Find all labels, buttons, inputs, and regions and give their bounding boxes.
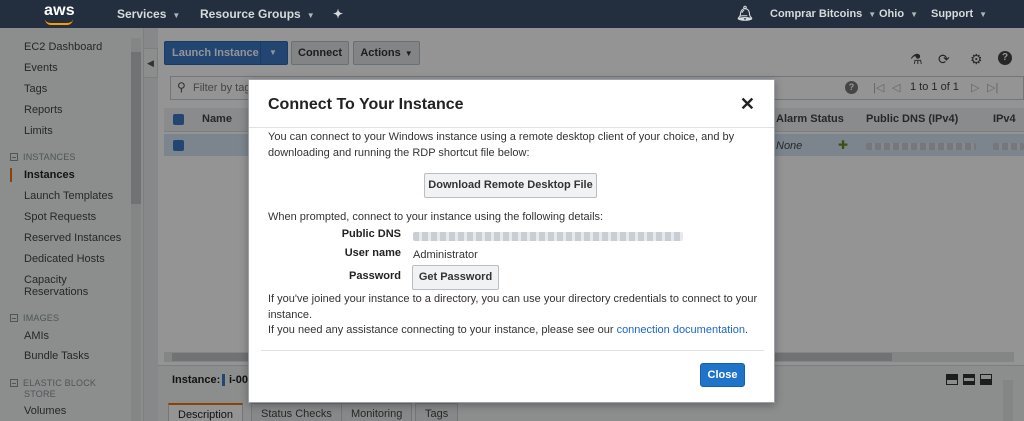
username-value: Administrator xyxy=(413,249,478,261)
close-icon[interactable]: ✕ xyxy=(740,94,755,115)
divider xyxy=(249,127,774,128)
public-dns-value-redacted xyxy=(413,232,683,241)
account-label: Comprar Bitcoins xyxy=(770,8,863,20)
directory-text-line1: If you've joined your instance to a dire… xyxy=(268,293,758,305)
prompt-text: When prompted, connect to your instance … xyxy=(268,211,604,223)
intro-text-line1: You can connect to your Windows instance… xyxy=(268,131,735,143)
support-menu[interactable]: Support ▼ xyxy=(931,8,987,20)
connection-documentation-link[interactable]: connection documentation xyxy=(617,324,745,336)
chevron-down-icon: ▼ xyxy=(306,11,315,20)
chevron-down-icon: ▼ xyxy=(172,11,181,20)
aws-smile-icon xyxy=(45,19,73,25)
dialog-title: Connect To Your Instance xyxy=(268,96,464,113)
get-password-button[interactable]: Get Password xyxy=(412,265,499,290)
aws-logo[interactable]: aws xyxy=(44,2,78,26)
account-menu[interactable]: Comprar Bitcoins ▼ xyxy=(770,8,876,20)
services-label: Services xyxy=(117,7,167,21)
directory-text-line2: instance. xyxy=(268,309,313,321)
aws-logo-text: aws xyxy=(44,2,75,19)
pin-icon[interactable]: ✦ xyxy=(333,7,343,21)
support-label: Support xyxy=(931,8,974,20)
bell-icon[interactable]: 🔔︎ xyxy=(736,5,754,22)
resource-groups-label: Resource Groups xyxy=(200,7,301,21)
assist-text-body: If you need any assistance connecting to… xyxy=(268,324,614,336)
services-menu[interactable]: Services ▼ xyxy=(117,7,180,21)
password-label: Password xyxy=(349,270,401,282)
connect-instance-dialog: Connect To Your Instance ✕ You can conne… xyxy=(248,79,775,403)
close-button[interactable]: Close xyxy=(700,363,745,387)
divider xyxy=(261,350,764,351)
region-menu[interactable]: Ohio ▼ xyxy=(879,8,918,20)
download-remote-desktop-file-button[interactable]: Download Remote Desktop File xyxy=(424,173,597,198)
chevron-down-icon: ▼ xyxy=(868,10,877,19)
assist-text-end: . xyxy=(745,324,749,336)
username-label: User name xyxy=(344,247,401,259)
chevron-down-icon: ▼ xyxy=(910,10,918,19)
chevron-down-icon: ▼ xyxy=(979,10,988,19)
resource-groups-menu[interactable]: Resource Groups ▼ xyxy=(200,7,315,21)
assist-text: If you need any assistance connecting to… xyxy=(268,322,748,338)
public-dns-label: Public DNS xyxy=(341,228,401,240)
intro-text-line2: downloading and running the RDP shortcut… xyxy=(268,147,530,159)
region-label: Ohio xyxy=(879,8,905,20)
top-navigation-bar: aws Services ▼ Resource Groups ▼ ✦ 🔔︎ Comp… xyxy=(0,0,1024,28)
